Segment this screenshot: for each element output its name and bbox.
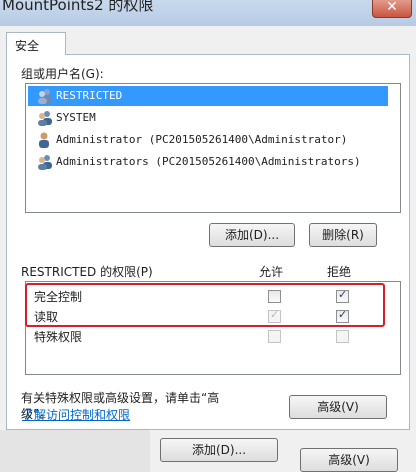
deny-column-header: 拒绝 [327,265,352,279]
permissions-label: RESTRICTED 的权限(P) [21,265,153,279]
title-bar: MountPoints2 的权限 ✕ [0,0,416,27]
single-user-icon [39,132,49,148]
advanced-button[interactable]: 高级(V) [289,395,387,419]
list-item-system[interactable]: SYSTEM [28,108,388,128]
bottom-add-button[interactable]: 添加(D)... [160,438,278,462]
group-user-icon [38,89,52,104]
group-user-label: 组或用户名(G): [21,67,104,81]
add-user-button[interactable]: 添加(D)... [209,223,295,247]
window-title: MountPoints2 的权限 [2,0,154,14]
annotation-highlight-box [25,283,385,327]
list-item-label: SYSTEM [56,111,96,124]
user-listbox[interactable]: RESTRICTED SYSTEM Administrator (PC20150… [25,83,401,213]
list-item-label: RESTRICTED [56,89,123,102]
bottom-bar: 添加(D)... 高级(V) [0,430,416,472]
allow-special-checkbox[interactable] [268,330,281,343]
permission-special: 特殊权限 [34,330,83,344]
deny-special-checkbox[interactable] [336,330,349,343]
group-user-icon [38,111,52,126]
allow-column-header: 允许 [259,265,284,279]
group-user-icon [38,155,52,170]
access-control-link[interactable]: 了解访问控制和权限 [22,406,130,423]
tab-security-label: 安全 [15,39,40,53]
security-panel: 组或用户名(G): RESTRICTED SYSTEM Administrato… [6,54,410,430]
list-item-label: Administrator (PC201505261400\Administra… [56,133,348,146]
tab-security[interactable]: 安全 [6,32,66,55]
list-item-administrators[interactable]: Administrators (PC201505261400\Administr… [28,152,388,172]
close-button[interactable]: ✕ [372,0,412,18]
list-item-administrator[interactable]: Administrator (PC201505261400\Administra… [28,130,388,150]
list-item-restricted[interactable]: RESTRICTED [28,86,388,106]
advanced-hint-line1: 有关特殊权限或高级设置，请单击“高 [21,391,220,405]
blurred-region [0,430,150,472]
dialog-body: 安全 组或用户名(G): RESTRICTED SYSTEM Administr… [0,26,416,472]
remove-user-button[interactable]: 删除(R) [309,223,377,247]
bottom-advanced-button[interactable]: 高级(V) [300,448,398,472]
list-item-label: Administrators (PC201505261400\Administr… [56,155,361,168]
